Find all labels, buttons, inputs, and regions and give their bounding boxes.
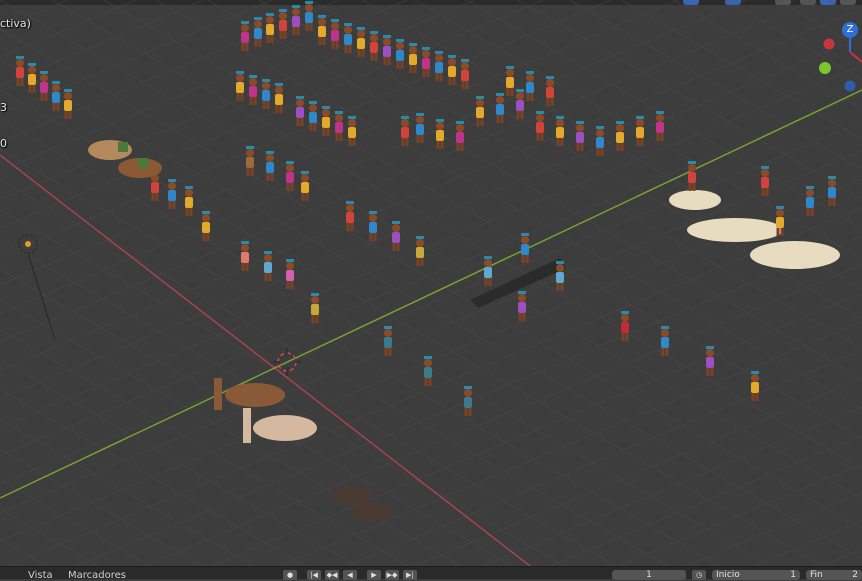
menu-vista[interactable]: Vista <box>28 571 53 581</box>
record-button[interactable]: ● <box>283 570 297 580</box>
viewport-stat-a: 3 <box>0 101 7 114</box>
3d-viewport[interactable]: Z ctiva) 3 0 <box>0 0 862 566</box>
viewport-mode-label: ctiva) <box>0 17 31 30</box>
gizmo-z-negative-icon[interactable] <box>844 80 856 92</box>
jump-start-icon[interactable]: |◀ <box>307 570 321 580</box>
end-frame-field[interactable]: Fin 2 <box>806 570 862 580</box>
end-frame-label: Fin <box>810 570 823 580</box>
menu-marcadores[interactable]: Marcadores <box>68 571 126 581</box>
next-keyframe-icon[interactable]: ▶◆ <box>385 570 399 580</box>
play-reverse-icon[interactable]: ◀ <box>343 570 357 580</box>
floor-grid <box>0 0 862 566</box>
preview-range-clock-icon[interactable]: ◷ <box>692 570 706 580</box>
start-frame-value: 1 <box>790 570 796 580</box>
start-frame-field[interactable]: Inicio 1 <box>712 570 800 580</box>
play-icon[interactable]: ▶ <box>367 570 381 580</box>
end-frame-value: 2 <box>852 570 858 580</box>
gizmo-z-icon[interactable]: Z <box>842 22 858 38</box>
jump-end-icon[interactable]: ▶| <box>403 570 417 580</box>
viewport-stat-b: 0 <box>0 137 7 150</box>
current-frame-field[interactable]: 1 <box>612 570 686 580</box>
prev-keyframe-icon[interactable]: ◆◀ <box>325 570 339 580</box>
viewport-scene <box>0 0 862 566</box>
gizmo-x-negative-icon[interactable] <box>823 38 835 50</box>
start-frame-label: Inicio <box>716 570 740 580</box>
gizmo-y-icon[interactable] <box>819 62 831 74</box>
timeline-header: Vista Marcadores ● |◀ ◆◀ ◀ ▶ ▶◆ ▶| 1 ◷ I… <box>0 566 862 581</box>
